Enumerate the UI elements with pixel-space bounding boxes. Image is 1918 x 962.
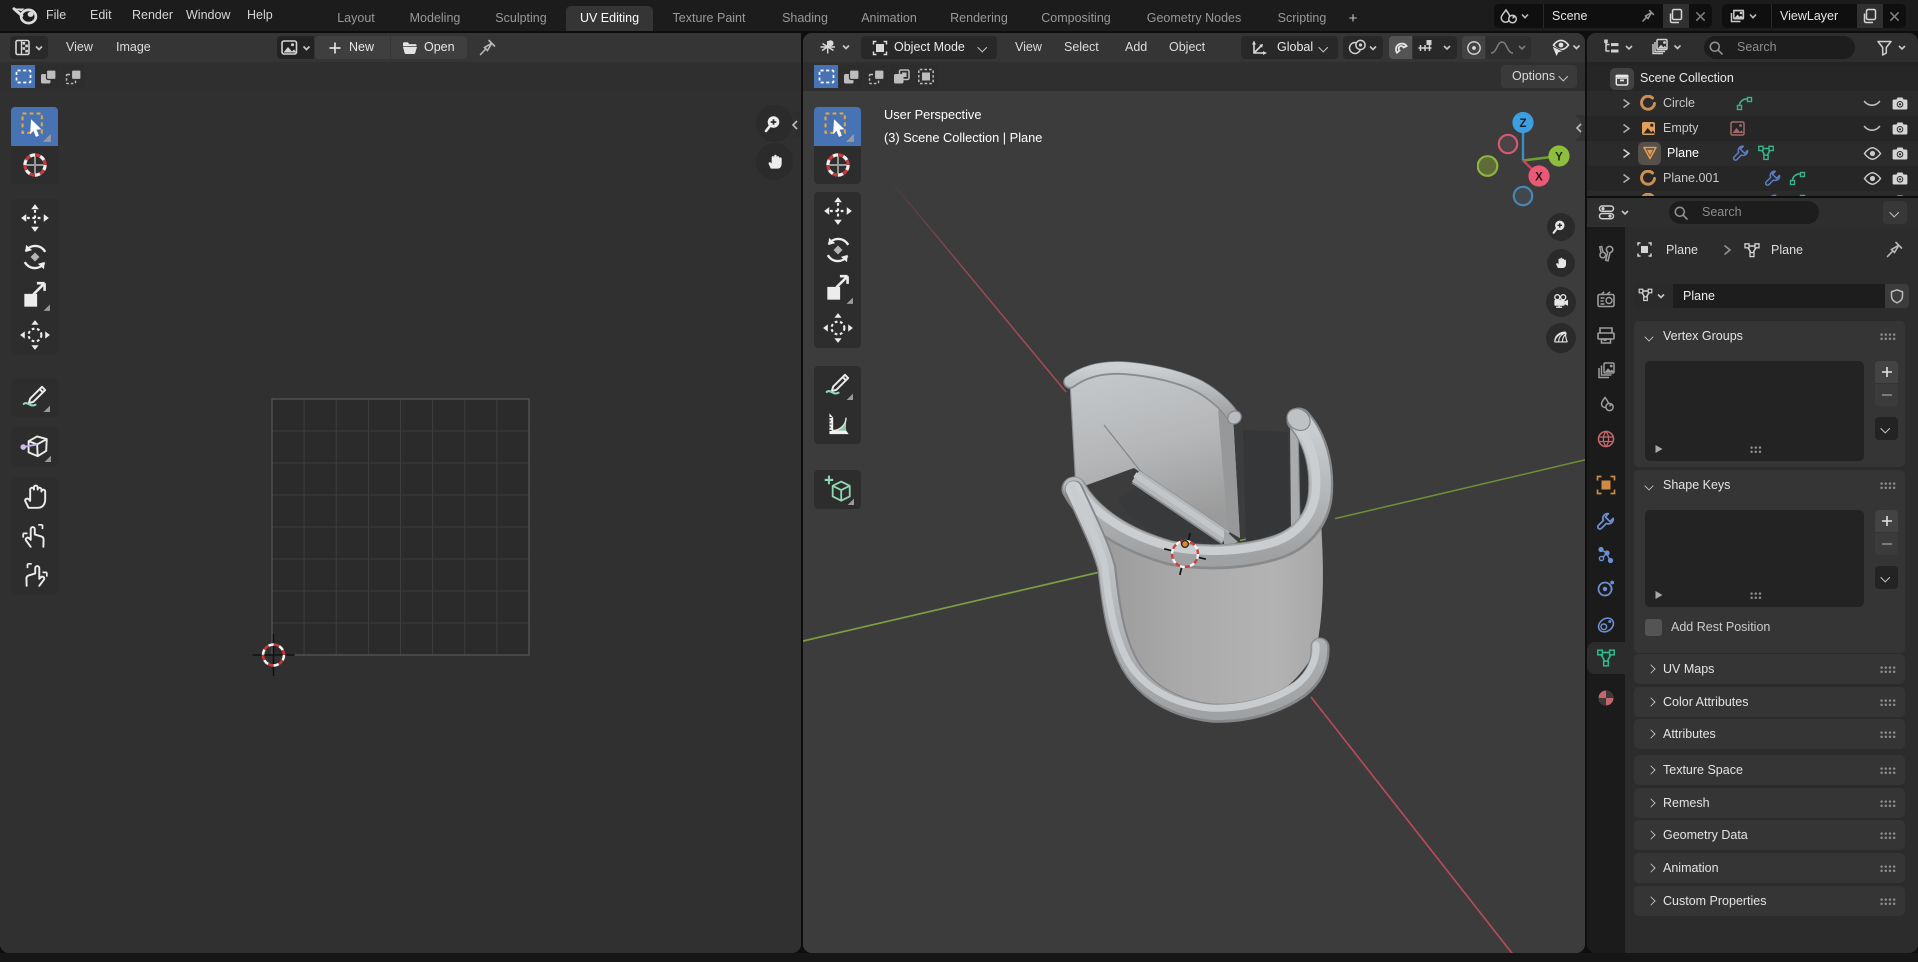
svg-text:Z: Z xyxy=(1519,118,1526,130)
svg-text:Y: Y xyxy=(1555,151,1563,163)
svg-text:X: X xyxy=(1535,171,1543,183)
svg-text:(3) Scene Collection | Plane: (3) Scene Collection | Plane xyxy=(884,130,1042,145)
svg-text:User Perspective: User Perspective xyxy=(884,107,981,122)
